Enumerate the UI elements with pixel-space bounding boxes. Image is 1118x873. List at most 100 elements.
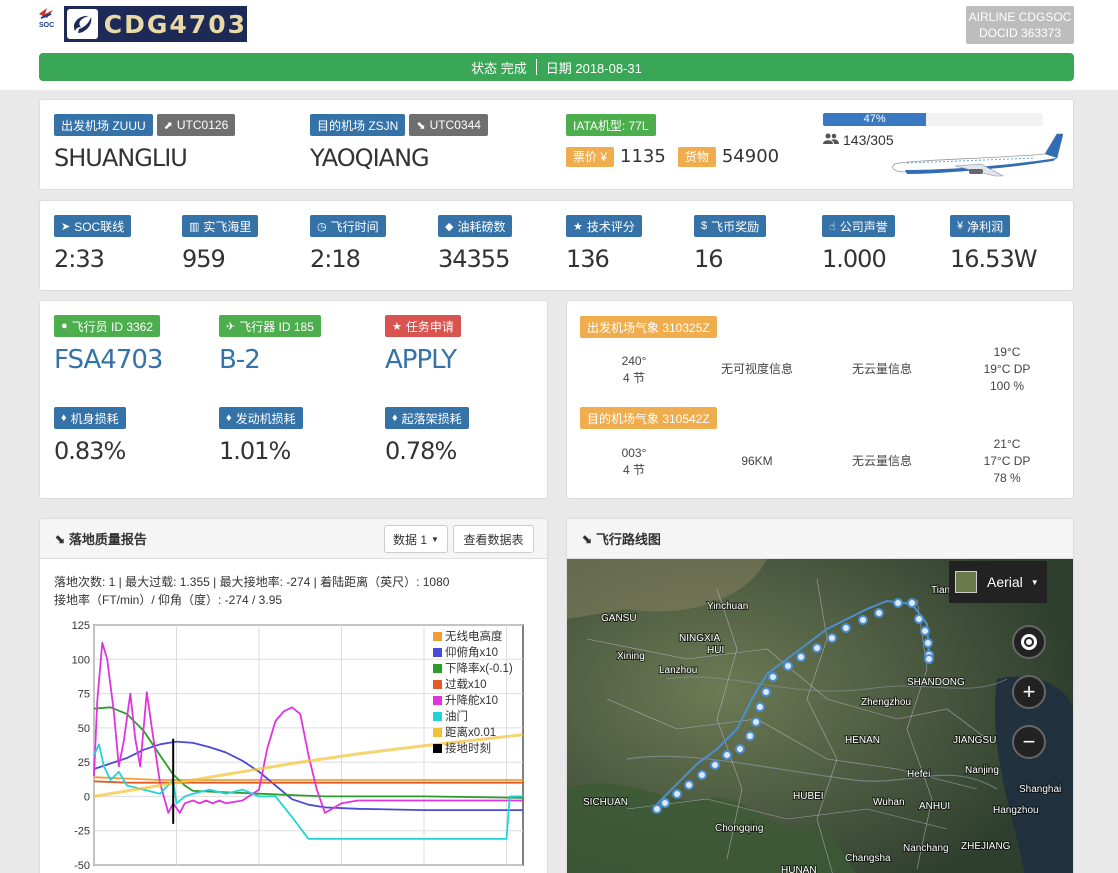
legend-item-2[interactable]: 下降率x(-0.1) xyxy=(433,661,513,677)
legend-swatch xyxy=(433,648,442,657)
task-apply-label: ★ 任务申请 xyxy=(385,315,461,337)
map-label-yinchuan: Yinchuan xyxy=(707,601,748,612)
thumbs-up-icon: ☝ xyxy=(829,220,836,233)
y-tick-label: -25 xyxy=(74,826,90,838)
legend-swatch xyxy=(433,712,442,721)
landing-summary-line2: 接地率（FT/min）/ 仰角（度）: -274 / 3.95 xyxy=(54,593,283,607)
target-icon xyxy=(1021,634,1037,650)
weather-panel: 出发机场气象 310325Z 240° 4 节 无可视度信息 无云量信息 19°C… xyxy=(566,300,1074,499)
pilot-id-label: ● 飞行员 ID 3362 xyxy=(54,315,161,337)
ticket-price-value: 1135 xyxy=(620,146,666,167)
legend-item-3[interactable]: 过载x10 xyxy=(433,677,513,693)
departure-visibility: 无可视度信息 xyxy=(720,362,793,376)
task-apply-link[interactable]: APPLY xyxy=(385,345,457,375)
y-tick-label: 125 xyxy=(72,620,90,632)
map-layer-selector[interactable]: Aerial ▼ xyxy=(949,561,1047,603)
caret-down-icon: ▼ xyxy=(431,534,439,544)
legend-item-7[interactable]: 接地时刻 xyxy=(433,741,513,757)
flight-route-title: 飞行路线图 xyxy=(595,532,661,547)
svg-text:SICHUAN: SICHUAN xyxy=(583,797,628,808)
status-bar: 状态 完成 日期 2018-08-31 xyxy=(39,53,1074,81)
load-progress-fill: 47% xyxy=(823,113,927,126)
stat-value-0: 2:33 xyxy=(54,245,105,273)
flight-route-header: ⬊ 飞行路线图 xyxy=(567,519,1073,559)
pilot-panel: ● 飞行员 ID 3362 FSA4703 ✈ 飞行器 ID 185 B-2 ★ 任务… xyxy=(39,300,548,499)
fire-icon: ♦ xyxy=(61,412,67,424)
stat-label-7: ¥ 净利润 xyxy=(950,215,1011,237)
engine-wear-value: 1.01% xyxy=(219,437,291,465)
stat-value-4: 136 xyxy=(566,245,610,273)
stat-value-5: 16 xyxy=(694,245,724,273)
star-icon: ★ xyxy=(392,320,402,333)
status-text: 状态 完成 xyxy=(471,60,527,76)
svg-text:GANSU: GANSU xyxy=(601,613,637,624)
svg-text:Changsha: Changsha xyxy=(845,853,891,864)
legend-item-4[interactable]: 升降舵x10 xyxy=(433,693,513,709)
body-wear-value: 0.83% xyxy=(54,437,126,465)
stat-label-0: ➤ SOC联线 xyxy=(54,215,132,237)
legend-swatch xyxy=(433,696,442,705)
view-data-table-button[interactable]: 查看数据表 xyxy=(453,525,534,553)
data-select-dropdown[interactable]: 数据 1 ▼ xyxy=(384,525,448,553)
departure-cloud: 无云量信息 xyxy=(851,362,912,376)
pilot-callsign: FSA4703 xyxy=(54,345,163,375)
flight-stats-panel: ➤ SOC联线 2:33 ▥ 实飞海里 959 ◷ 飞行时间 2:18 ◆ 油耗磅数 34355 ★ 技术… xyxy=(39,200,1074,291)
aircraft-image xyxy=(885,130,1064,185)
arrival-wind: 003° 4 节 xyxy=(621,446,647,477)
cargo-label: 货物 xyxy=(677,146,716,167)
clock-icon: ◷ xyxy=(317,220,327,233)
svg-text:HUI: HUI xyxy=(707,645,724,656)
aircraft-registration: B-2 xyxy=(219,345,261,375)
legend-item-0[interactable]: 无线电高度 xyxy=(433,629,513,645)
legend-swatch xyxy=(433,680,442,689)
legend-label: 过载x10 xyxy=(445,679,487,691)
drop-icon: ◆ xyxy=(445,220,454,233)
route-map[interactable]: Yinchuan GANSU NINGXIA HUI Xining Lanzho… xyxy=(567,559,1073,873)
legend-label: 升降舵x10 xyxy=(445,695,499,707)
plus-icon: + xyxy=(1022,679,1036,704)
zoom-in-button[interactable]: + xyxy=(1012,675,1046,709)
stat-label-2: ◷ 飞行时间 xyxy=(310,215,386,237)
svg-text:Tian: Tian xyxy=(931,585,950,596)
locate-button[interactable] xyxy=(1012,625,1046,659)
departure-airport-label: 出发机场 ZUUU xyxy=(54,114,153,136)
flight-info-panel: 出发机场 ZUUU ⬈ UTC0126 SHUANGLIU 目的机场 ZSJN ⬊… xyxy=(39,99,1074,190)
svg-text:HUNAN: HUNAN xyxy=(781,865,817,873)
stat-label-3: ◆ 油耗磅数 xyxy=(438,215,513,237)
stat-label-5: $ 飞币奖励 xyxy=(694,215,767,237)
stat-value-6: 1.000 xyxy=(822,245,887,273)
svg-text:JIANGSU: JIANGSU xyxy=(953,735,996,746)
svg-text:Hefei: Hefei xyxy=(907,769,930,780)
arrival-cloud: 无云量信息 xyxy=(851,454,912,468)
svg-text:NINGXIA: NINGXIA xyxy=(679,633,720,644)
airline-logo: CDG4703 xyxy=(64,6,247,42)
legend-swatch xyxy=(433,632,442,641)
legend-item-6[interactable]: 距离x0.01 xyxy=(433,725,513,741)
send-icon: ➤ xyxy=(61,220,71,233)
y-tick-label: 75 xyxy=(78,689,90,701)
legend-label: 下降率x(-0.1) xyxy=(445,663,513,675)
body-wear-label: ♦ 机身损耗 xyxy=(54,407,126,429)
airline-doc-badge: AIRLINE CDGSOC DOCID 363373 xyxy=(966,6,1074,44)
legend-item-5[interactable]: 油门 xyxy=(433,709,513,725)
svg-text:ZHEJIANG: ZHEJIANG xyxy=(961,841,1011,852)
load-progress-bar: 47% xyxy=(823,113,1043,126)
stat-value-1: 959 xyxy=(182,245,226,273)
landing-report-title: 落地质量报告 xyxy=(68,532,147,547)
cargo-value: 54900 xyxy=(721,146,780,167)
svg-text:Chongqing: Chongqing xyxy=(715,823,763,834)
fire-icon: ♦ xyxy=(392,412,398,424)
y-tick-label: 50 xyxy=(78,723,90,735)
legend-item-1[interactable]: 仰俯角x10 xyxy=(433,645,513,661)
arrival-weather-label: 目的机场气象 310542Z xyxy=(580,407,717,429)
svg-text:Lanzhou: Lanzhou xyxy=(659,665,697,676)
flight-code: CDG4703 xyxy=(103,9,247,39)
legend-label: 油门 xyxy=(445,711,468,723)
map-layer-label: Aerial xyxy=(987,574,1023,590)
zoom-out-button[interactable]: − xyxy=(1012,725,1046,759)
landing-summary-line1: 落地次数: 1 | 最大过载: 1.355 | 最大接地率: -274 | 着陆… xyxy=(54,575,450,589)
landing-icon: ⬊ xyxy=(54,530,65,546)
plane-icon: ✈ xyxy=(226,320,236,333)
legend-label: 无线电高度 xyxy=(445,631,503,643)
aircraft-id-label: ✈ 飞行器 ID 185 xyxy=(219,315,321,337)
